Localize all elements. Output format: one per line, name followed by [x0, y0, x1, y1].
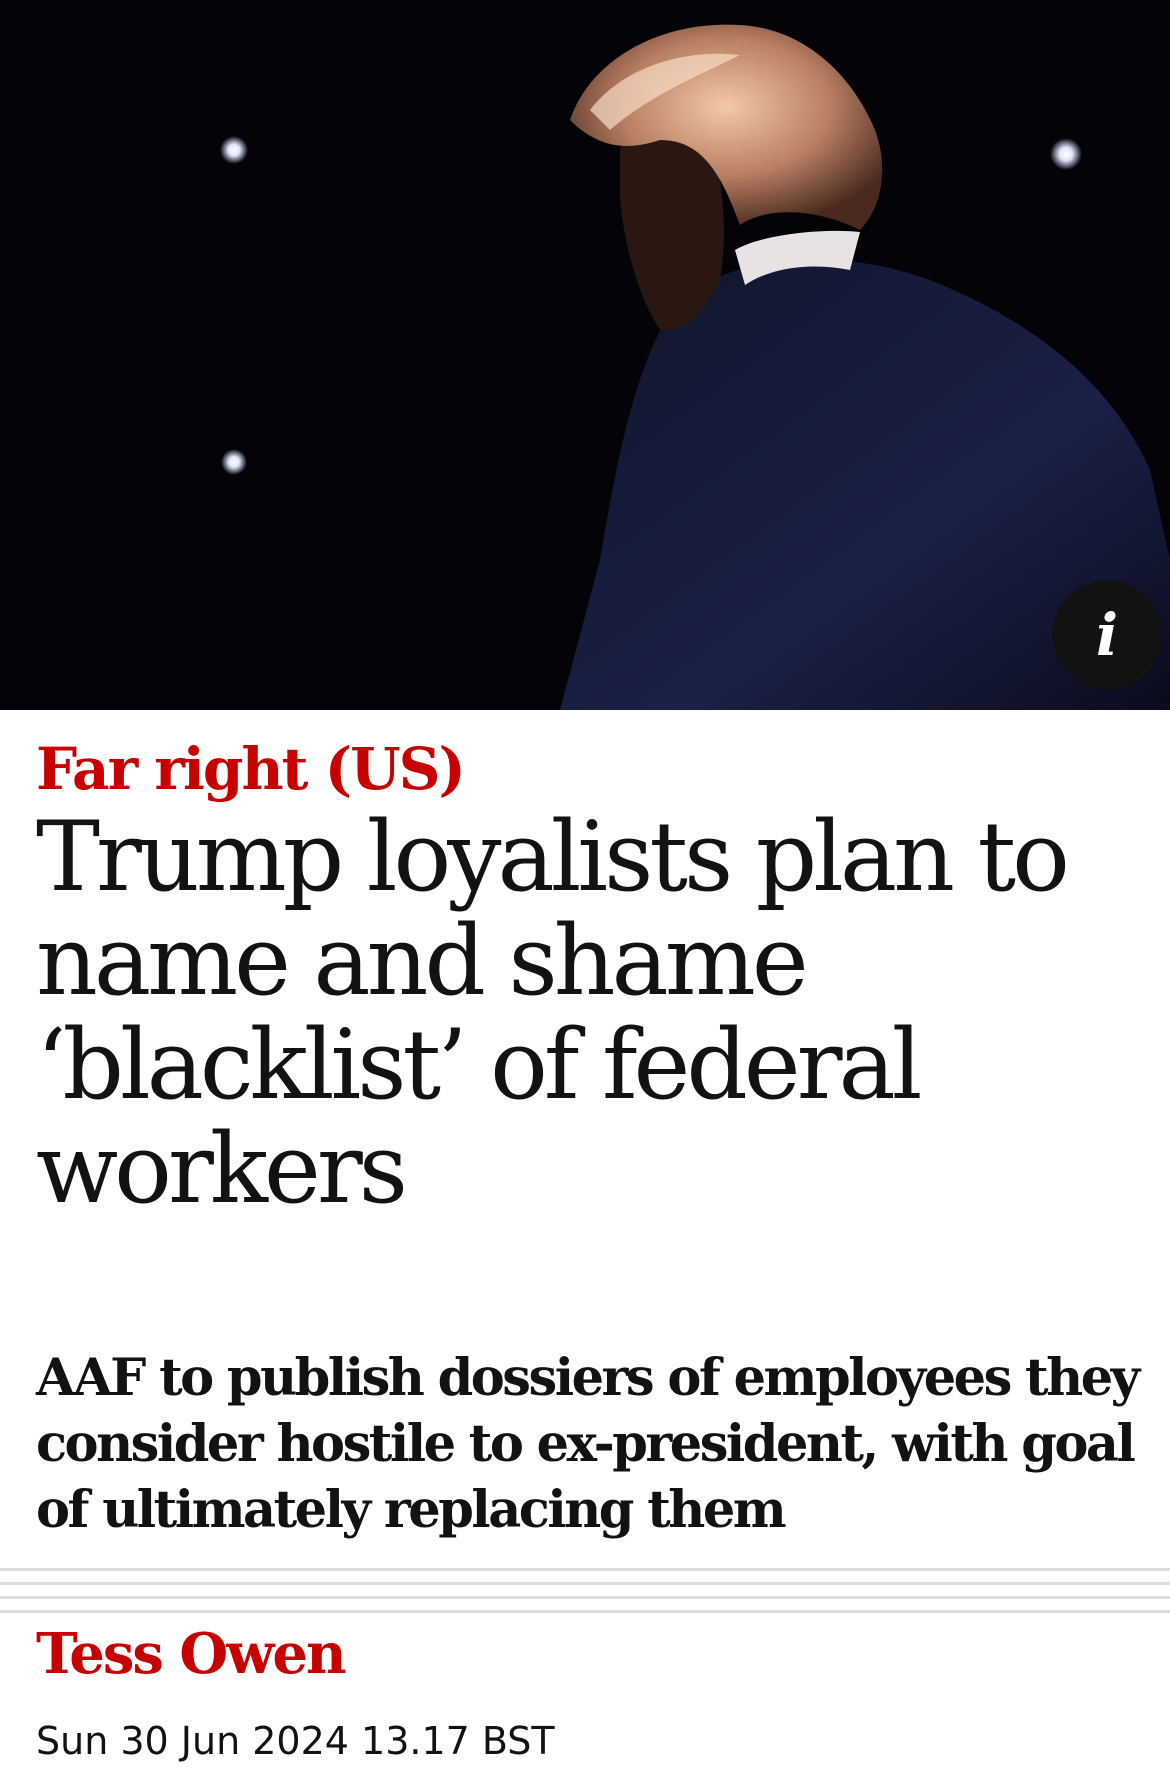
- article-standfirst: AAF to publish dossiers of employees the…: [36, 1348, 1140, 1540]
- divider-line: [0, 1568, 1170, 1571]
- author-byline-link[interactable]: Tess Owen: [36, 1626, 347, 1682]
- divider-line: [0, 1582, 1170, 1585]
- info-icon: i: [1095, 601, 1119, 669]
- divider-rules: [0, 1568, 1170, 1613]
- section-kicker-link[interactable]: Far right (US): [36, 740, 466, 798]
- hero-photo: [0, 0, 1170, 710]
- divider-line: [0, 1610, 1170, 1613]
- divider-line: [0, 1596, 1170, 1599]
- article-headline: Trump loyalists plan to name and shame ‘…: [36, 801, 1070, 1225]
- publish-date: Sun 30 Jun 2024 13.17 BST: [36, 1719, 555, 1763]
- hero-image: i: [0, 0, 1170, 710]
- image-info-button[interactable]: i: [1052, 580, 1162, 690]
